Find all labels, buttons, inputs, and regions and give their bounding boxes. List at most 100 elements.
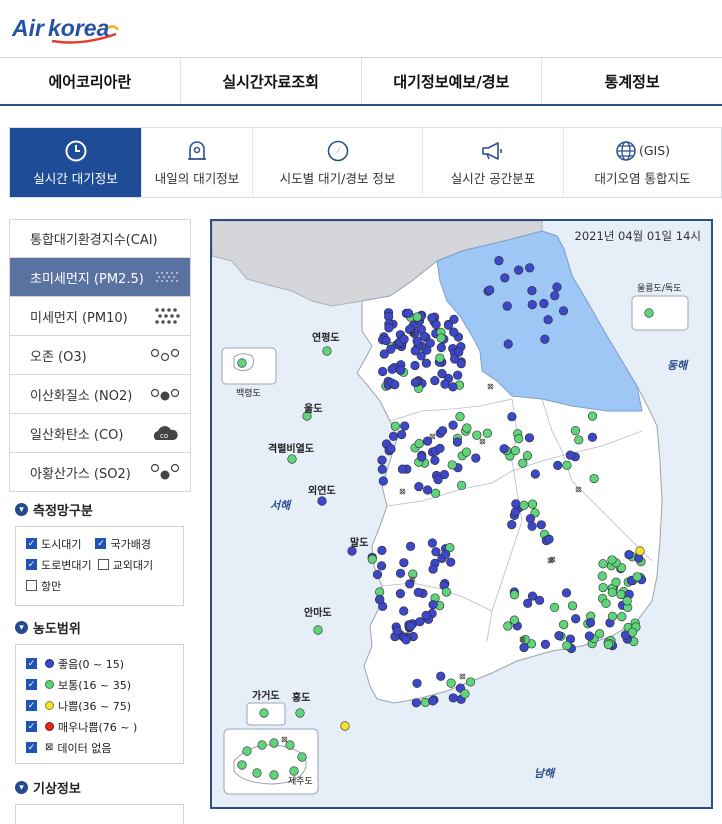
checkbox-port[interactable]: [26, 580, 37, 591]
station-marker[interactable]: [585, 618, 596, 628]
station-marker[interactable]: [367, 554, 377, 564]
station-marker[interactable]: [507, 519, 517, 530]
station-marker[interactable]: [527, 285, 537, 296]
station-marker[interactable]: [384, 323, 394, 333]
no-data-marker[interactable]: ⊠: [409, 329, 416, 338]
station-marker[interactable]: [377, 464, 387, 474]
station-marker[interactable]: [395, 568, 406, 578]
no-data-marker[interactable]: ⊠: [519, 635, 526, 644]
station-marker[interactable]: [607, 611, 618, 621]
nav-realtime[interactable]: 실시간자료조회: [179, 58, 361, 104]
station-marker[interactable]: [543, 315, 553, 325]
station-marker[interactable]: [456, 480, 467, 490]
station-marker[interactable]: [287, 454, 297, 464]
station-marker[interactable]: [502, 301, 512, 311]
station-marker[interactable]: [617, 612, 627, 622]
station-marker[interactable]: [540, 334, 550, 344]
no-data-marker[interactable]: ⊠: [487, 382, 494, 391]
station-marker[interactable]: [562, 640, 572, 651]
station-marker[interactable]: [448, 693, 458, 703]
no-data-marker[interactable]: ⊠: [479, 437, 486, 446]
station-marker[interactable]: [598, 582, 608, 593]
station-marker[interactable]: [571, 614, 581, 624]
station-marker[interactable]: [598, 559, 608, 569]
station-marker[interactable]: [441, 587, 452, 597]
station-marker[interactable]: [416, 324, 426, 334]
station-marker[interactable]: [437, 426, 448, 436]
checkbox-very-bad[interactable]: ✓: [26, 721, 37, 732]
checkbox-no-data[interactable]: ✓: [26, 742, 37, 753]
station-marker[interactable]: [392, 626, 402, 636]
station-marker[interactable]: [430, 455, 440, 465]
station-marker[interactable]: [397, 429, 407, 440]
station-marker[interactable]: [406, 621, 416, 631]
checkbox-normal[interactable]: ✓: [26, 679, 37, 690]
station-marker[interactable]: [574, 435, 584, 445]
station-marker[interactable]: [536, 520, 546, 530]
airkorea-logo[interactable]: Air korea: [11, 10, 122, 46]
tab-tomorrow[interactable]: 내일의 대기정보: [141, 128, 252, 197]
station-marker[interactable]: [414, 481, 424, 492]
station-marker[interactable]: [587, 411, 598, 421]
station-marker[interactable]: [376, 561, 387, 571]
station-marker[interactable]: [400, 421, 410, 431]
no-data-marker[interactable]: ⊠: [409, 575, 416, 584]
station-marker[interactable]: [587, 432, 598, 442]
station-marker[interactable]: [435, 353, 445, 363]
station-marker[interactable]: [436, 342, 446, 353]
no-data-marker[interactable]: ⊠: [459, 672, 466, 681]
station-marker[interactable]: [603, 639, 613, 650]
station-marker[interactable]: [372, 569, 383, 580]
station-marker[interactable]: [597, 571, 607, 581]
station-marker[interactable]: [378, 476, 388, 486]
station-marker[interactable]: [399, 606, 409, 616]
station-marker[interactable]: [430, 375, 440, 386]
station-marker[interactable]: [525, 514, 536, 524]
air-quality-map[interactable]: ⊠ ⊠ ⊠ ⊠ ⊠ ⊠ ⊠ ⊠ ⊠ ⊠ ⊠ ⊠ 2021년 04월 01일 14시 연평도 울도 격렬…: [210, 219, 713, 809]
station-marker[interactable]: [601, 598, 611, 609]
station-marker[interactable]: [446, 678, 456, 688]
station-marker[interactable]: [431, 488, 441, 498]
no-data-marker[interactable]: ⊠: [399, 487, 406, 496]
station-marker[interactable]: [448, 382, 458, 392]
station-marker[interactable]: [622, 596, 632, 606]
station-marker[interactable]: [259, 708, 269, 718]
station-marker[interactable]: [553, 460, 563, 471]
station-marker[interactable]: [455, 412, 465, 422]
station-marker[interactable]: [427, 538, 437, 548]
station-marker[interactable]: [377, 455, 387, 465]
station-marker[interactable]: [406, 541, 416, 551]
station-marker[interactable]: [448, 420, 458, 430]
no-data-marker[interactable]: ⊠: [575, 485, 582, 494]
station-marker[interactable]: [378, 366, 388, 377]
pollutant-o3[interactable]: 오존 (O3): [9, 336, 191, 375]
no-data-marker[interactable]: ⊠: [549, 555, 556, 564]
station-marker[interactable]: [522, 450, 533, 461]
station-marker[interactable]: [507, 412, 517, 422]
station-marker[interactable]: [534, 595, 545, 605]
station-marker[interactable]: [500, 273, 510, 283]
station-marker[interactable]: [644, 308, 654, 318]
station-marker[interactable]: [412, 678, 422, 688]
station-marker[interactable]: [561, 588, 572, 598]
station-marker[interactable]: [317, 496, 327, 506]
pollutant-no2[interactable]: 이산화질소 (NO2): [9, 375, 191, 414]
station-marker[interactable]: [387, 364, 397, 374]
station-marker[interactable]: [425, 338, 435, 348]
station-marker[interactable]: [624, 549, 634, 560]
station-marker[interactable]: [386, 444, 396, 454]
station-marker[interactable]: [589, 473, 599, 484]
station-marker[interactable]: [514, 434, 524, 444]
station-marker[interactable]: [595, 629, 605, 639]
station-marker[interactable]: [558, 306, 569, 316]
station-marker[interactable]: [237, 760, 247, 770]
station-marker[interactable]: [340, 721, 350, 731]
station-marker[interactable]: [436, 671, 446, 681]
station-marker[interactable]: [390, 421, 400, 431]
pollutant-cai[interactable]: 통합대기환경지수(CAI): [9, 219, 191, 258]
station-marker[interactable]: [494, 255, 504, 266]
tab-realtime[interactable]: 실시간 대기정보: [10, 128, 141, 197]
tab-gis[interactable]: (GIS) 대기오염 통합지도: [563, 128, 721, 197]
no-data-marker[interactable]: ⊠: [429, 432, 436, 441]
station-marker[interactable]: [527, 499, 538, 509]
